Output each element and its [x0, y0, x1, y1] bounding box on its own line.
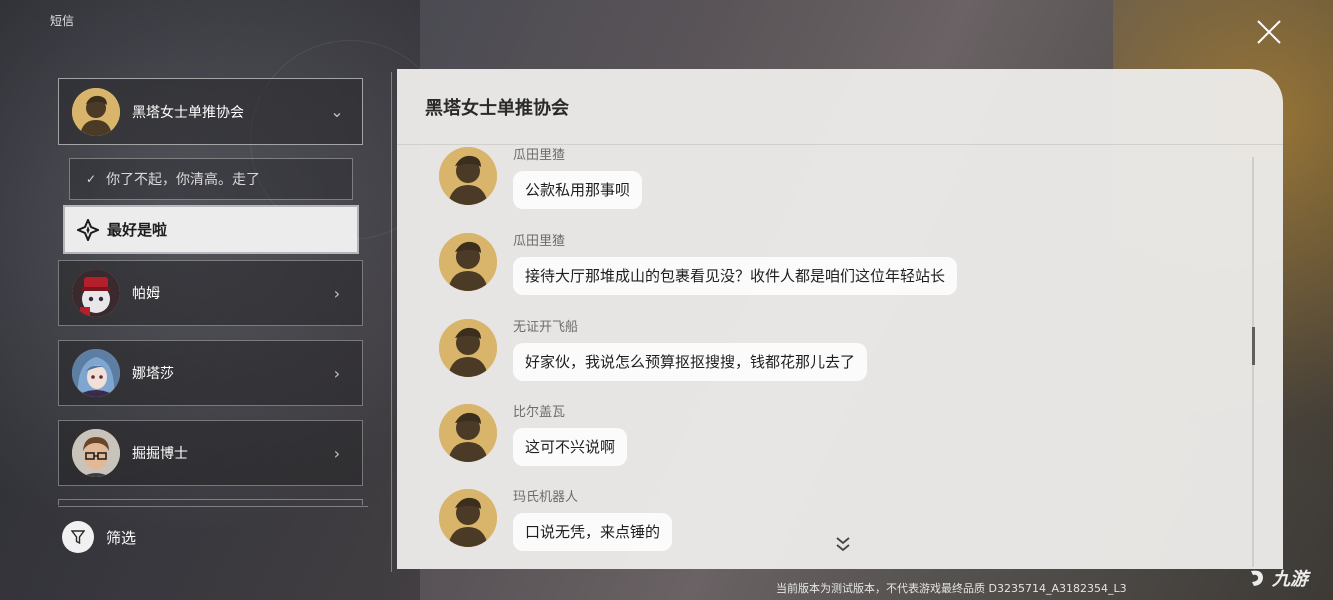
chat-message: 瓜田里猹 接待大厅那堆成山的包裹看见没？收件人都是咱们这位年轻站长 — [439, 233, 958, 295]
message-bubble: 好家伙，我说怎么预算抠抠搜搜，钱都花那儿去了 — [513, 343, 868, 381]
contact-item-partial[interactable] — [58, 499, 363, 505]
check-icon: ✓ — [86, 172, 97, 186]
contact-name: 娜塔莎 — [132, 366, 174, 382]
message-bubble: 口说无凭，来点锤的 — [513, 513, 673, 551]
double-chevron-down-icon — [836, 537, 850, 552]
contact-name: 掘掘博士 — [132, 446, 188, 462]
contact-item-dr-dig[interactable]: 掘掘博士 › — [58, 420, 363, 486]
filter-label: 筛选 — [106, 528, 137, 547]
contact-avatar — [72, 349, 120, 397]
silhouette-avatar-icon — [439, 489, 497, 547]
sender-avatar — [439, 147, 497, 205]
message-sender: 玛氏机器人 — [513, 490, 579, 505]
chevron-right-icon: › — [333, 363, 341, 383]
sender-avatar — [439, 233, 497, 291]
pom-pom-avatar-icon — [72, 269, 120, 317]
contact-item-group-chat[interactable]: 黑塔女士单推协会 ⌄ — [58, 78, 363, 145]
message-sender: 瓜田里猹 — [513, 148, 566, 163]
sender-avatar — [439, 489, 497, 547]
watermark-logo: 九游 — [1246, 565, 1308, 591]
app-title: 短信 — [50, 14, 75, 28]
chat-panel: 黑塔女士单推协会 瓜田里猹 公款私用那事呗 瓜田里猹 接待大厅那堆成山的包裹看见… — [397, 69, 1283, 569]
filter-button[interactable]: 筛选 — [62, 521, 136, 553]
reply-option-selected[interactable]: 最好是啦 — [65, 207, 357, 252]
contact-item-natasha[interactable]: 娜塔莎 › — [58, 340, 363, 406]
sender-avatar — [439, 404, 497, 462]
sidebar-divider — [58, 506, 368, 507]
version-notice: 当前版本为测试版本，不代表游戏最终品质 D3235714_A3182354_L3 — [776, 582, 1127, 595]
watermark-logo-icon — [1251, 570, 1263, 586]
silhouette-avatar-icon — [439, 319, 497, 377]
chat-scrollbar-thumb[interactable] — [1252, 327, 1255, 365]
sender-avatar — [439, 319, 497, 377]
message-sender: 瓜田里猹 — [513, 234, 566, 249]
close-button[interactable] — [1255, 18, 1283, 46]
reply-option-text: 你了不起，你清高。走了 — [106, 172, 261, 188]
reply-option-chosen[interactable]: ✓ 你了不起，你清高。走了 — [69, 158, 353, 200]
contact-item-pom-pom[interactable]: 帕姆 › — [58, 260, 363, 326]
watermark-text: 九游 — [1272, 569, 1308, 590]
reply-option-text: 最好是啦 — [107, 221, 168, 239]
silhouette-avatar-icon — [439, 233, 497, 291]
contact-name: 黑塔女士单推协会 — [132, 104, 244, 121]
message-sender: 无证开飞船 — [513, 320, 579, 335]
silhouette-avatar-icon — [439, 404, 497, 462]
chat-message: 瓜田里猹 公款私用那事呗 — [439, 147, 643, 209]
chat-message: 比尔盖瓦 这可不兴说啊 — [439, 404, 628, 466]
contact-avatar — [72, 87, 120, 136]
chat-title: 黑塔女士单推协会 — [397, 69, 1283, 145]
contact-name: 帕姆 — [132, 286, 160, 302]
filter-icon-circle — [62, 521, 94, 553]
message-sender: 比尔盖瓦 — [513, 405, 566, 420]
sparkle-diamond-icon — [77, 218, 99, 241]
chevron-right-icon: › — [333, 443, 341, 463]
message-bubble: 公款私用那事呗 — [513, 171, 643, 209]
natasha-avatar-icon — [72, 349, 120, 397]
chevron-down-icon: ⌄ — [330, 102, 344, 121]
dr-dig-avatar-icon — [72, 429, 120, 477]
filter-funnel-icon — [71, 530, 85, 544]
contact-avatar — [72, 269, 120, 317]
silhouette-avatar-icon — [439, 147, 497, 205]
close-icon — [1257, 20, 1281, 44]
silhouette-avatar-icon — [72, 87, 120, 136]
contact-avatar — [72, 429, 120, 477]
message-bubble: 接待大厅那堆成山的包裹看见没？收件人都是咱们这位年轻站长 — [513, 257, 958, 295]
scroll-down-button[interactable] — [835, 535, 851, 553]
chevron-right-icon: › — [333, 283, 341, 303]
chat-message: 玛氏机器人 口说无凭，来点锤的 — [439, 489, 673, 551]
chat-message: 无证开飞船 好家伙，我说怎么预算抠抠搜搜，钱都花那儿去了 — [439, 319, 868, 381]
message-bubble: 这可不兴说啊 — [513, 428, 628, 466]
